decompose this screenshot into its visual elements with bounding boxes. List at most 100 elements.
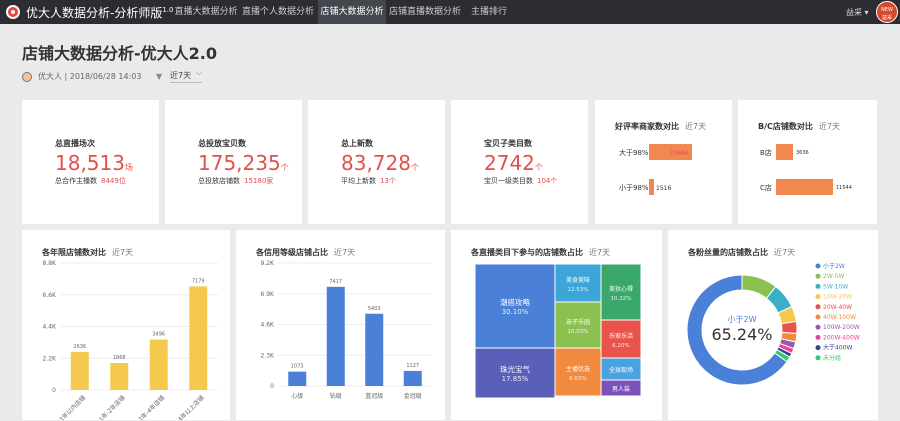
- bar: [149, 339, 168, 390]
- legend-item[interactable]: 未分组: [823, 354, 841, 362]
- fans-donut: 小于2W65.24%小于2W2W-5W5W-10W10W-20W20W-40W4…: [686, 262, 860, 386]
- bar: [326, 286, 345, 386]
- data-label: 7417: [329, 279, 342, 285]
- stat-label: 总投放宝贝数: [198, 139, 246, 148]
- legend-marker: [815, 294, 821, 300]
- bar-c-shop: [776, 179, 833, 195]
- treemap-label: 主播优选: [566, 365, 590, 373]
- x-tick-label: 4年以上店铺: [176, 394, 206, 420]
- author-avatar-icon: [22, 71, 32, 82]
- category-treemap: 潮搭攻略30.10% 珠光宝气17.85% 美食美味 12.53% 美妆心得 10.32%…: [474, 263, 642, 399]
- treemap-value: 10.03%: [568, 329, 589, 335]
- stat-sub: 宝贝一级类目数 104个: [484, 177, 558, 185]
- x-tick-label: 1年-2年店铺: [97, 394, 127, 420]
- legend-item[interactable]: 10W-20W: [823, 294, 852, 301]
- panel-credit: 各信用等级店铺占比 近7天 0 2.3K 4.6K 6.9K 9.2K 1073 心级 7417…: [236, 230, 445, 420]
- data-label: 1127: [406, 363, 419, 369]
- y-tick-label: 2.3K: [261, 352, 276, 359]
- y-tick-label: 0: [52, 387, 56, 394]
- stat-card-categories: 宝贝子类目数 2742个 宝贝一级类目数 104个: [451, 100, 588, 224]
- panel-fans: 各粉丝量的店铺数占比 近7天 小于2W 65.24% 小于2W 2W-5W 5W-10W 1…: [668, 230, 878, 420]
- y-tick-label: 6.6K: [43, 292, 58, 299]
- bar-b-shop: [776, 144, 793, 160]
- y-tick-label: 4.6K: [261, 322, 276, 329]
- bar: [110, 363, 129, 390]
- x-tick-label: 1年以内店铺: [58, 394, 88, 420]
- years-chart: 0 2.2K 4.4K 6.6K 8.8K 2636 1年以内店铺 1868 1年-2年店铺 34…: [43, 260, 218, 420]
- x-tick-label: 心级: [291, 392, 303, 400]
- legend-item[interactable]: 200W-400W: [823, 334, 860, 341]
- author-line: 优大人 | 2018/06/28 14:03: [22, 71, 142, 82]
- data-label: 7179: [192, 278, 205, 284]
- nav-tab-shop-live-data[interactable]: 店铺直播数据分析: [388, 0, 462, 24]
- panel-category: 各直播类目下参与的店铺数占比 近7天 潮搭攻略 30.10% 珠光宝气 17.85% 美食…: [451, 230, 662, 420]
- nav-tab-live-personal[interactable]: 直播个人数据分析: [242, 0, 314, 24]
- category-label: 大于98%: [619, 148, 649, 157]
- legend-marker: [815, 273, 821, 279]
- bc-chart: B店 3636 C店 11544: [760, 144, 852, 195]
- treemap-label: 全球现场: [609, 366, 633, 374]
- treemap-label: 珠光宝气: [500, 364, 530, 374]
- treemap-value: 12.53%: [568, 287, 589, 293]
- x-tick-label: 金冠级: [404, 392, 422, 400]
- legend-item[interactable]: 100W-200W: [823, 324, 860, 331]
- bar: [365, 313, 384, 386]
- treemap-label: 美妆心得: [609, 285, 633, 293]
- treemap-value: 6.63%: [569, 376, 586, 382]
- y-tick-label: 6.9K: [261, 291, 276, 298]
- stat-sub: 总合作主播数 8449位: [55, 177, 126, 185]
- legend-item[interactable]: 2W-5W: [823, 273, 844, 280]
- legend-marker: [815, 345, 821, 351]
- legend-marker: [815, 263, 821, 269]
- legend-item[interactable]: 大于400W: [823, 344, 852, 352]
- author-text: 优大人 | 2018/06/28 14:03: [38, 72, 142, 81]
- treemap-label: 男人装: [612, 385, 630, 393]
- bar: [189, 286, 208, 390]
- stat-sub: 平均上新数 13个: [341, 177, 396, 185]
- app-title-text: 优大人数据分析-分析师版: [26, 6, 163, 20]
- data-label: 1516: [656, 185, 671, 192]
- legend-marker: [815, 355, 821, 361]
- data-label: 3496: [152, 332, 165, 338]
- treemap-label: 潮搭攻略: [500, 297, 530, 307]
- y-tick-label: 0: [270, 383, 274, 390]
- stat-value: 175,235个: [198, 151, 289, 175]
- data-label: 1868: [113, 355, 126, 361]
- treemap-label: 乐家乐活: [609, 332, 633, 340]
- donut-center-label: 小于2W: [728, 315, 757, 324]
- legend-item[interactable]: 20W-40W: [823, 304, 852, 311]
- card-good-rating: 好评率商家数对比 近7天 大于98% 13664 小于98% 1516: [595, 100, 732, 224]
- bar: [403, 370, 422, 386]
- stat-sub: 总投放店铺数 15180家: [198, 177, 274, 185]
- app-title: 优大人数据分析-分析师版1.0: [26, 4, 173, 21]
- x-tick-label: 2年-4年店铺: [137, 394, 167, 420]
- donut-slice[interactable]: [780, 320, 798, 334]
- legend-item[interactable]: 5W-10W: [823, 283, 848, 290]
- date-range-select[interactable]: 近7天: [170, 68, 202, 83]
- stat-label: 宝贝子类目数: [484, 139, 532, 148]
- legend-item[interactable]: 40W-100W: [823, 314, 856, 321]
- data-label: 1073: [291, 364, 304, 370]
- stat-value: 2742个: [484, 151, 543, 175]
- treemap-value: 6.20%: [612, 343, 629, 349]
- bar: [288, 371, 307, 386]
- stat-card-new: 总上新数 83,728个 平均上新数 13个: [308, 100, 445, 224]
- page-title: 店铺大数据分析-优大人2.0: [22, 44, 217, 63]
- legend-marker: [815, 304, 821, 310]
- user-menu[interactable]: 益采 ▾: [846, 7, 869, 18]
- legend-item[interactable]: 小于2W: [823, 262, 845, 270]
- good-rating-chart: 大于98% 13664 小于98% 1516: [619, 144, 692, 195]
- stat-label: 总直播场次: [55, 139, 95, 148]
- y-tick-label: 8.8K: [43, 260, 58, 267]
- y-tick-label: 9.2K: [261, 260, 276, 267]
- x-tick-label: 钻级: [330, 392, 342, 400]
- nav-tab-shop-big-data[interactable]: 店铺大数据分析: [318, 0, 386, 24]
- avatar[interactable]: NEW 益采: [876, 1, 898, 23]
- stat-value: 18,513场: [55, 151, 133, 175]
- stat-value: 83,728个: [341, 151, 419, 175]
- legend-marker: [815, 334, 821, 340]
- data-label: 2636: [73, 344, 86, 350]
- nav-tab-anchor-rank[interactable]: 主播排行: [466, 0, 512, 24]
- nav-tab-live-big-data[interactable]: 直播大数据分析: [172, 0, 240, 24]
- treemap-label: 美食美味: [566, 276, 590, 284]
